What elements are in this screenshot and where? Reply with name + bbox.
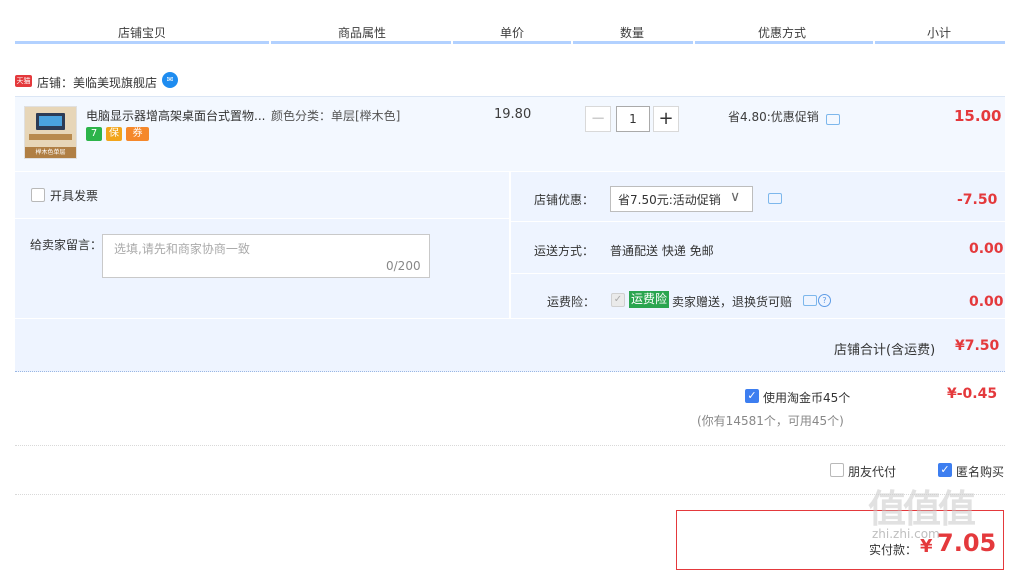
insurance-label: 运费险：: [547, 295, 596, 309]
item-title-link[interactable]: 电脑显示器增高架桌面台式置物...: [86, 107, 268, 124]
quantity-increase-button[interactable]: +: [653, 106, 679, 132]
options-divider: [511, 221, 1005, 222]
insurance-amount: 0.00: [969, 294, 1004, 310]
header-divider: [15, 41, 1005, 44]
chat-wangwang-icon[interactable]: ✉: [162, 72, 178, 88]
final-label: 实付款：: [869, 543, 918, 557]
header-separator: [693, 41, 695, 44]
message-placeholder: 选填,请先和商家协商一致: [114, 242, 250, 256]
insurance-description: 卖家赠送，退换货可赔: [672, 295, 793, 309]
item-promotion: 省4.80:优惠促销: [728, 110, 819, 124]
message-label: 给卖家留言：: [30, 238, 103, 252]
coins-label[interactable]: 使用淘金币45个: [763, 389, 850, 406]
insurance-badge: 运费险: [629, 291, 670, 308]
divider: [15, 445, 1005, 446]
options-divider: [511, 273, 1005, 274]
insurance-chat-icon[interactable]: [803, 295, 817, 306]
header-item: 店铺宝贝: [117, 26, 166, 40]
shop-total-label: 店铺合计(含运费): [834, 343, 936, 358]
header-separator: [269, 41, 271, 44]
invoice-label[interactable]: 开具发票: [50, 187, 98, 204]
seven-day-return-badge[interactable]: 7: [86, 127, 102, 141]
item-thumbnail[interactable]: 榉木色单层: [24, 106, 77, 159]
discount-info-icon[interactable]: [768, 193, 782, 204]
header-subtotal: 小计: [926, 26, 951, 40]
shop-discount-selected: 省7.50元:活动促销: [618, 193, 721, 207]
thumb-caption: 榉木色单层: [25, 147, 76, 158]
header-price: 单价: [499, 26, 524, 40]
header-quantity: 数量: [619, 26, 644, 40]
friend-pay-checkbox[interactable]: [830, 463, 844, 477]
shop-discount-amount: -7.50: [957, 192, 998, 208]
chevron-down-icon: ∨: [730, 189, 741, 205]
watermark-logo: 值值值: [868, 478, 976, 533]
shop-total-value: ¥7.50: [955, 338, 1000, 354]
monitor-illustration: [36, 113, 65, 130]
message-char-count: 0/200: [386, 259, 421, 273]
divider: [15, 494, 1005, 495]
header-separator: [873, 41, 875, 44]
coins-checkbox[interactable]: ✓: [745, 389, 759, 403]
shelf-illustration: [29, 134, 72, 140]
promo-info-icon[interactable]: [826, 114, 840, 125]
final-currency: ¥: [920, 536, 933, 557]
coupon-badge[interactable]: 券: [126, 127, 149, 141]
shop-name-link[interactable]: 店铺：美临美现旗舰店: [37, 74, 157, 91]
anonymous-checkbox[interactable]: ✓: [938, 463, 952, 477]
header-promotion: 优惠方式: [757, 26, 806, 40]
header-separator: [571, 41, 573, 44]
invoice-checkbox[interactable]: [31, 188, 45, 202]
header-attributes: 商品属性: [337, 26, 386, 40]
item-subtotal: 15.00: [954, 107, 1002, 125]
coins-amount: ¥-0.45: [947, 386, 998, 402]
insurance-checkbox: ✓: [611, 293, 625, 307]
quantity-decrease-button[interactable]: −: [585, 106, 611, 132]
item-price: 19.80: [494, 107, 532, 122]
header-separator: [451, 41, 453, 44]
help-icon[interactable]: ?: [818, 294, 831, 307]
guarantee-badge[interactable]: 保: [106, 127, 122, 141]
coins-note: (你有14581个，可用45个): [697, 414, 844, 428]
watermark-text: 值值值: [868, 487, 976, 531]
shipping-label: 运送方式：: [534, 244, 595, 258]
item-attributes: 颜色分类：单层[榉木色]: [271, 109, 401, 123]
shop-discount-label: 店铺优惠：: [534, 193, 595, 207]
shipping-amount: 0.00: [969, 241, 1004, 257]
quantity-input[interactable]: 1: [616, 106, 650, 132]
shipping-method: 普通配送 快递 免邮: [610, 244, 714, 258]
final-amount: 7.05: [937, 529, 997, 557]
tmall-badge: 天猫: [15, 75, 32, 87]
